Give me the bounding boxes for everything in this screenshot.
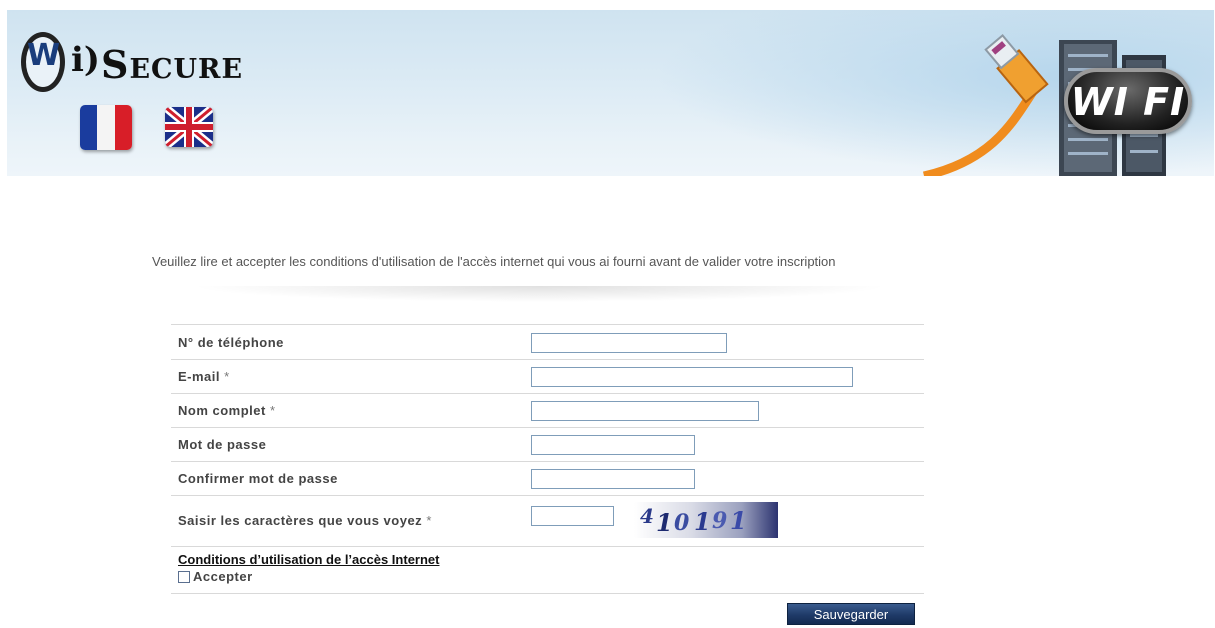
wifi-badge-text: WI FI [1070, 80, 1186, 124]
france-flag-icon[interactable] [80, 105, 132, 150]
password-input[interactable] [531, 435, 695, 455]
logo-ring-letter: W [27, 38, 61, 73]
password-label-text: Mot de passe [178, 437, 267, 452]
accept-checkbox[interactable] [178, 570, 190, 583]
phone-label-text: N° de téléphone [178, 335, 284, 350]
wifi-badge-icon: WI FI [1064, 68, 1192, 134]
form-row-confirm-password: Confirmer mot de passe [171, 461, 924, 495]
captcha-input[interactable] [531, 506, 614, 526]
phone-input[interactable] [531, 333, 727, 353]
email-input[interactable] [531, 367, 853, 387]
accept-label: Accepter [193, 569, 253, 584]
logo-wifi-i-icon: i) [71, 40, 101, 80]
logo-wordmark: Secure [101, 42, 244, 87]
header-banner: W i) Secure WI FI [7, 10, 1214, 176]
form-row-phone: N° de téléphone [171, 324, 924, 359]
terms-notice: Veuillez lire et accepter les conditions… [152, 254, 836, 269]
registration-form: N° de téléphone E-mail * Nom complet * M… [171, 324, 924, 594]
captcha-label-text: Saisir les caractères que vous voyez [178, 513, 423, 528]
password-label: Mot de passe [178, 437, 266, 452]
phone-label: N° de téléphone [178, 335, 284, 350]
required-marker: * [426, 513, 432, 528]
confirm-password-input[interactable] [531, 469, 695, 489]
save-button[interactable]: Sauvegarder [787, 603, 915, 625]
captcha-label: Saisir les caractères que vous voyez * [178, 513, 432, 528]
form-row-email: E-mail * [171, 359, 924, 393]
form-row-captcha: Saisir les caractères que vous voyez * 4… [171, 495, 924, 546]
email-label: E-mail * [178, 369, 230, 384]
accept-control[interactable]: Accepter [178, 569, 253, 584]
captcha-image: 4 1 0 1 9 1 [634, 502, 778, 538]
email-label-text: E-mail [178, 369, 221, 384]
required-marker: * [269, 403, 276, 418]
form-row-password: Mot de passe [171, 427, 924, 461]
fullname-label: Nom complet * [178, 403, 276, 418]
form-row-fullname: Nom complet * [171, 393, 924, 427]
form-row-terms: Conditions d’utilisation de l’accès Inte… [171, 546, 924, 594]
confirm-password-label-text: Confirmer mot de passe [178, 471, 338, 486]
terms-link[interactable]: Conditions d’utilisation de l’accès Inte… [178, 552, 439, 567]
divider-shadow [190, 286, 890, 302]
uk-flag-icon[interactable] [165, 107, 213, 147]
confirm-password-label: Confirmer mot de passe [178, 471, 338, 486]
required-marker: * [224, 369, 230, 384]
fullname-label-text: Nom complet [178, 403, 266, 418]
fullname-input[interactable] [531, 401, 759, 421]
